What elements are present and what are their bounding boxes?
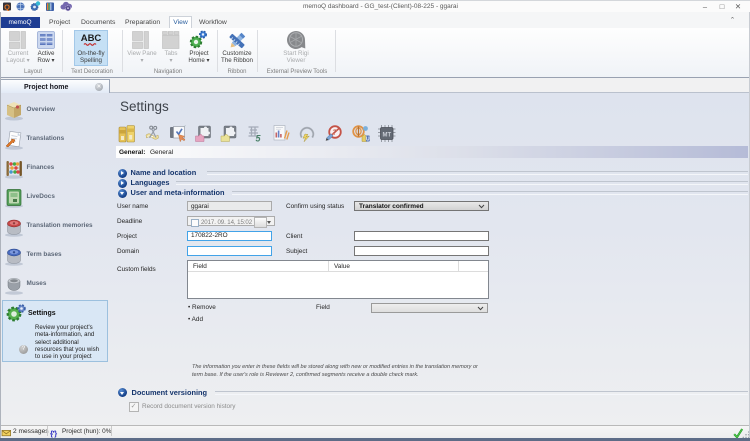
- svg-text:}: }: [54, 429, 57, 438]
- svg-text:Q: Q: [4, 2, 10, 11]
- svg-text:MT: MT: [382, 133, 391, 139]
- svg-text:U: U: [366, 137, 370, 143]
- svg-text:ABC: ABC: [81, 33, 102, 44]
- svg-text:5: 5: [256, 134, 262, 144]
